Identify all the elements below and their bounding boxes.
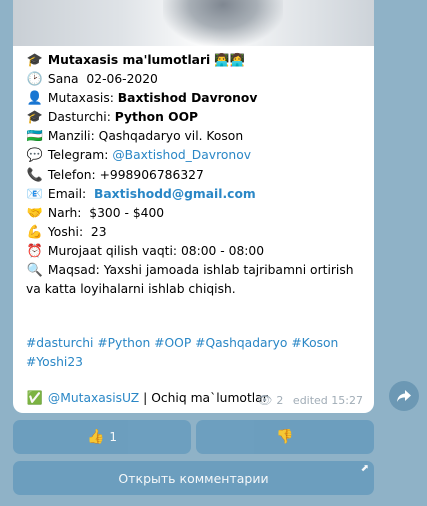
like-reaction-button[interactable]: 👍 1 xyxy=(13,420,191,454)
programmer-line: 🎓 Dasturchi: Python OOP xyxy=(26,108,364,127)
clock-icon: 🕑 xyxy=(26,72,44,88)
programmer-value: Python OOP xyxy=(114,110,199,125)
hashtags-line-2[interactable]: #Yoshi23 xyxy=(26,353,364,371)
thumbs-down-icon: 👎 xyxy=(276,429,294,445)
contact-time-line: ⏰ Murojaat qilish vaqti: 08:00 - 08:00 xyxy=(26,242,364,261)
speech-bubble-icon: 💬 xyxy=(26,148,44,164)
dislike-reaction-button[interactable]: 👎 xyxy=(196,420,374,454)
price-label: Narh: xyxy=(47,205,82,220)
age-label: Yoshi: xyxy=(47,224,84,239)
price-line: 🤝 Narh: $300 - $400 xyxy=(26,204,364,223)
address-label: Manzili: xyxy=(47,129,95,144)
telegram-label: Telegram: xyxy=(47,148,109,163)
edited-time: edited 15:27 xyxy=(292,393,363,407)
specialist-name: Baxtishod Davronov xyxy=(117,91,258,106)
goal-label: Maqsad: xyxy=(47,263,100,278)
email-icon: 📧 xyxy=(26,186,44,202)
open-comments-button[interactable]: Открыть комментарии ⬈ xyxy=(13,461,374,495)
footer-separator: | xyxy=(139,390,152,405)
footer-text: Ochiq ma`lumotlar xyxy=(151,390,268,405)
user-silhouette-icon: 👤 xyxy=(26,91,44,107)
price-value: $300 - $400 xyxy=(89,205,165,220)
telegram-link[interactable]: @Baxtishod_Davronov xyxy=(112,148,251,162)
goal-line: 🔍 Maqsad: Yaxshi jamoada ishlab tajribam… xyxy=(26,261,364,298)
programmer-label: Dasturchi: xyxy=(47,110,111,125)
message-bubble: 🎓 Mutaxasis ma'lumotlari 👨‍💻👩‍💻 🕑 Sana 0… xyxy=(13,46,374,413)
date-value: 02-06-2020 xyxy=(86,72,158,87)
open-comments-label: Открыть комментарии xyxy=(118,470,269,486)
date-line: 🕑 Sana 02-06-2020 xyxy=(26,70,364,89)
like-count: 1 xyxy=(109,430,118,444)
message-meta: 👁 2 edited 15:27 xyxy=(257,391,363,410)
uzbekistan-flag-icon: 🇺🇿 xyxy=(26,129,44,145)
phone-line: 📞 Telefon: +998906786327 xyxy=(26,166,364,185)
post-title-line: 🎓 Mutaxasis ma'lumotlari 👨‍💻👩‍💻 xyxy=(26,51,364,70)
post-title: Mutaxasis ma'lumotlari xyxy=(47,53,211,67)
date-label: Sana xyxy=(47,72,79,87)
hashtags-line-1[interactable]: #dasturchi #Python #OOP #Qashqadaryo #Ko… xyxy=(26,334,364,352)
age-line: 💪 Yoshi: 23 xyxy=(26,223,364,242)
handshake-icon: 🤝 xyxy=(26,205,44,221)
eye-icon: 👁 xyxy=(257,392,273,407)
telegram-line: 💬 Telegram: @Baxtishod_Davronov xyxy=(26,146,364,165)
share-arrow-icon xyxy=(397,390,411,402)
contact-time-value: 08:00 - 08:00 xyxy=(180,243,265,258)
channel-link[interactable]: @MutaxasisUZ xyxy=(48,391,139,405)
address-line: 🇺🇿 Manzili: Qashqadaryo vil. Koson xyxy=(26,127,364,146)
email-label: Email: xyxy=(47,186,87,201)
alarm-clock-icon: ⏰ xyxy=(26,243,44,259)
phone-icon: 📞 xyxy=(26,167,44,183)
age-value: 23 xyxy=(90,224,107,239)
graduation-cap-icon: 🎓 xyxy=(26,53,44,68)
phone-label: Telefon: xyxy=(47,167,96,182)
post-photo[interactable] xyxy=(13,0,374,46)
graduation-cap-icon: 🎓 xyxy=(26,110,44,126)
thumbs-up-icon: 👍 xyxy=(86,429,105,445)
specialist-label: Mutaxasis: xyxy=(47,91,114,106)
contact-time-label: Murojaat qilish vaqti: xyxy=(47,243,178,258)
check-mark-icon: ✅ xyxy=(26,390,44,406)
share-button[interactable] xyxy=(389,381,419,411)
external-arrow-icon: ⬈ xyxy=(360,463,369,474)
email-line: 📧 Email: Baxtishodd@gmail.com xyxy=(26,185,364,204)
address-value: Qashqadaryo vil. Koson xyxy=(98,129,244,144)
views-count: 2 xyxy=(276,393,284,407)
photo-figure xyxy=(163,0,283,46)
email-link[interactable]: Baxtishodd@gmail.com xyxy=(94,187,256,201)
phone-value: +998906786327 xyxy=(99,167,204,182)
magnifier-icon: 🔍 xyxy=(26,263,44,279)
flexed-biceps-icon: 💪 xyxy=(26,224,44,240)
technologist-icons: 👨‍💻👩‍💻 xyxy=(214,53,245,67)
specialist-line: 👤 Mutaxasis: Baxtishod Davronov xyxy=(26,89,364,108)
